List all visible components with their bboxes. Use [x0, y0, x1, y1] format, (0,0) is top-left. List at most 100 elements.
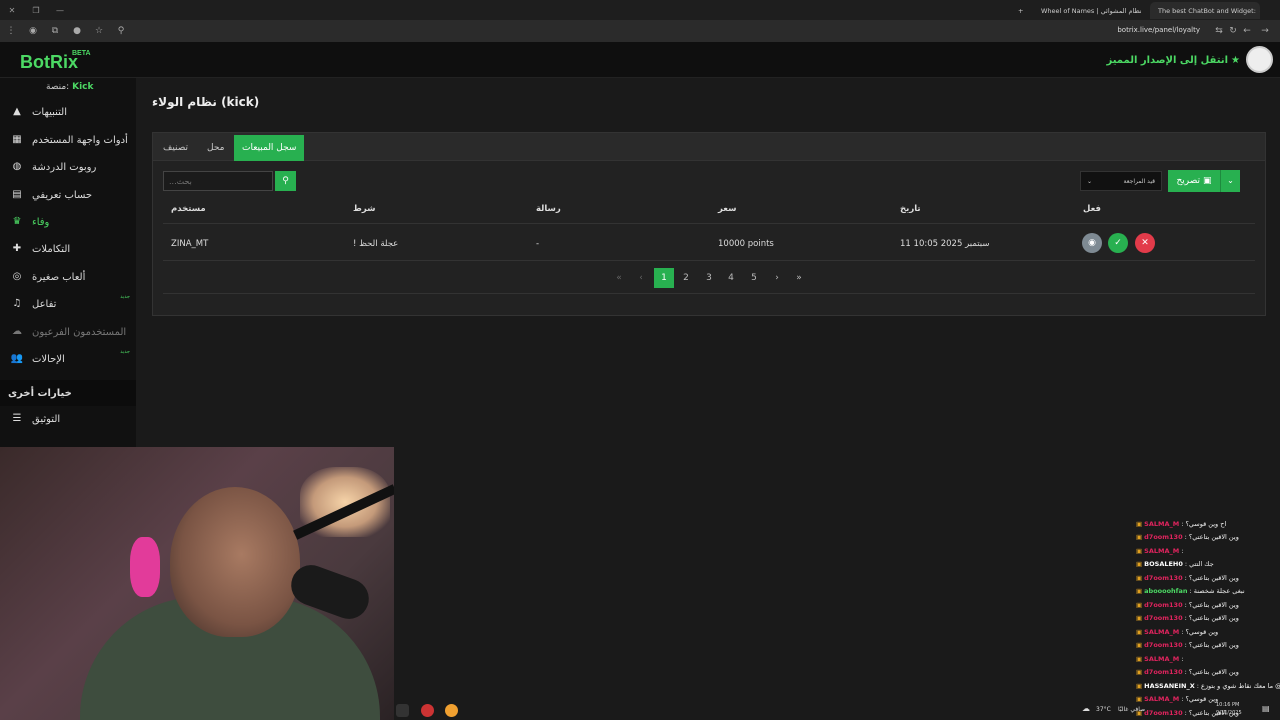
last-page-icon[interactable]: »	[789, 268, 809, 288]
chat-username[interactable]: SALMA_M	[1144, 547, 1179, 555]
search-input[interactable]	[163, 171, 273, 191]
chat-username[interactable]: d7oom130	[1144, 574, 1182, 582]
search-button[interactable]: ⚲	[275, 171, 296, 191]
chat-username[interactable]: d7oom130	[1144, 641, 1182, 649]
page-2[interactable]: 2	[676, 268, 696, 288]
tab-ranking[interactable]: تصنيف	[155, 135, 196, 161]
sidebar-item-referrals[interactable]: 👥 الإحالات جديد	[0, 347, 136, 371]
column-header-date: تاريخ	[900, 204, 921, 214]
sidebar-item-widgets[interactable]: ▦ أدوات واجهة المستخدم	[0, 128, 136, 152]
sidebar-item-interaction[interactable]: ♫ تفاعل جديد	[0, 292, 136, 316]
extensions-icon[interactable]: ⧉	[44, 26, 66, 36]
reject-button[interactable]: ✕	[1135, 233, 1155, 253]
chrome-icon[interactable]	[445, 704, 458, 717]
extension-icon[interactable]: ●	[66, 26, 88, 36]
page-1[interactable]: 1	[654, 268, 674, 288]
notification-icon[interactable]: ▤	[1262, 704, 1270, 713]
view-button[interactable]: ◉	[1082, 233, 1102, 253]
chat-message: ▣ SALMA_M :	[1136, 544, 1280, 557]
chat-message: ▣HASSANEIN_X : ما معك نقاط شوي و بتوزع @	[1136, 679, 1280, 692]
prev-page-icon[interactable]: ‹	[631, 268, 651, 288]
app-icon[interactable]	[396, 704, 409, 717]
chat-text: وين الاقين بتاعتي؟	[1188, 641, 1239, 649]
headphone-image	[130, 537, 160, 597]
divider	[163, 293, 1255, 294]
profile-icon[interactable]: ◉	[22, 26, 44, 36]
status-select[interactable]: ⌄ قيد المراجعة	[1080, 171, 1162, 191]
chat-username[interactable]: d7oom130	[1144, 668, 1182, 676]
sidebar-item-alerts[interactable]: ▲ التنبيهات	[0, 100, 136, 124]
chat-username[interactable]: SALMA_M	[1144, 520, 1179, 528]
widgets-icon: ▦	[12, 134, 22, 145]
restore-window-icon[interactable]: ❐	[24, 6, 48, 15]
webcam-overlay	[0, 447, 394, 720]
column-header-user: مستخدم	[171, 204, 206, 214]
badge-icon: ▣	[1136, 681, 1143, 690]
cell-message: -	[536, 239, 540, 249]
browser-tab-active[interactable]: The best ChatBot and Widget: ◆	[1150, 2, 1260, 19]
new-tab-button[interactable]: +	[1010, 2, 1034, 19]
clock-date: 9/11/2025	[1216, 710, 1242, 716]
sidebar-item-minigames[interactable]: ◎ ألعاب صغيرة	[0, 265, 136, 289]
chat-username[interactable]: d7oom130	[1144, 533, 1182, 541]
alert-icon: ▲	[13, 106, 21, 117]
page-4[interactable]: 4	[721, 268, 741, 288]
chat-username[interactable]: SALMA_M	[1144, 628, 1179, 636]
back-icon[interactable]: →	[1254, 26, 1276, 36]
export-dropdown-toggle[interactable]: ⌄	[1220, 170, 1240, 192]
sidebar-item-profile[interactable]: ▤ حساب تعريفي	[0, 183, 136, 207]
next-page-icon[interactable]: ›	[767, 268, 787, 288]
chat-message: ▣ d7oom130 : وين الاقين بتاعتي؟	[1136, 531, 1280, 544]
badge-icon: ▣	[1136, 654, 1143, 663]
new-badge: جديد	[120, 349, 130, 355]
sidebar-item-subusers[interactable]: ☁ المستخدمون الفرعيون	[0, 320, 136, 344]
chat-username[interactable]: SALMA_M	[1144, 655, 1179, 663]
app-icon[interactable]	[421, 704, 434, 717]
close-window-icon[interactable]: ✕	[0, 6, 24, 15]
eye-icon: ◉	[1088, 238, 1096, 248]
chat-username[interactable]: HASSANEIN_X	[1144, 682, 1195, 690]
page-3[interactable]: 3	[699, 268, 719, 288]
browser-tab[interactable]: Wheel of Names | نظام المشوائي	[1033, 2, 1143, 19]
badge-icon: ▣	[1136, 668, 1143, 676]
approve-button[interactable]: ✓	[1108, 233, 1128, 253]
chat-message: ▣ d7oom130 : وين الاقين بتاعتي؟	[1136, 571, 1280, 584]
new-badge: جديد	[120, 294, 130, 300]
chat-text: نبغى عجلة شخصنة	[1193, 587, 1245, 595]
platform-label: منصة: Kick	[46, 82, 94, 92]
zoom-icon[interactable]: ⚲	[110, 26, 132, 36]
menu-icon[interactable]: ⋮	[0, 26, 22, 36]
chat-separator: :	[1181, 654, 1184, 663]
badge-icon: ▣	[1136, 614, 1143, 622]
beta-badge: BETA	[72, 50, 91, 57]
sidebar-item-loyalty[interactable]: ♛ وفاء	[0, 210, 136, 234]
tab-shop[interactable]: محل	[199, 135, 232, 161]
premium-link[interactable]: انتقل إلى الإصدار المميز ★	[1107, 55, 1241, 66]
loyalty-panel: تصنيف محل سجل المبيعات ⚲ ⌄ قيد المراجعة …	[152, 132, 1266, 316]
chat-username[interactable]: d7oom130	[1144, 614, 1182, 622]
chat-username[interactable]: aboooohfan	[1144, 587, 1187, 595]
page-5[interactable]: 5	[744, 268, 764, 288]
export-button[interactable]: تصريح ▣	[1168, 170, 1220, 192]
tab-sales-log[interactable]: سجل المبيعات	[234, 135, 305, 161]
chat-separator: :	[1181, 627, 1184, 636]
badge-icon: ▣	[1136, 627, 1143, 636]
sidebar-item-docs[interactable]: ☰ التوثيق	[0, 407, 136, 431]
badge-icon: ▣	[1136, 533, 1143, 541]
logo[interactable]: BotRix	[20, 52, 78, 73]
close-icon: ✕	[1141, 238, 1149, 248]
chat-username[interactable]: BOSALEH0	[1144, 560, 1183, 568]
first-page-icon[interactable]: «	[609, 268, 629, 288]
minimize-window-icon[interactable]: —	[48, 6, 72, 15]
chat-username[interactable]: d7oom130	[1144, 601, 1182, 609]
chat-message: ▣ SALMA_M : اح وين قوسي؟	[1136, 517, 1280, 530]
gamepad-icon: ◎	[12, 271, 22, 282]
platform-value: Kick	[72, 82, 94, 92]
bookmark-star-icon[interactable]: ☆	[88, 26, 110, 36]
panel-tabs: تصنيف محل سجل المبيعات	[153, 133, 1265, 161]
sidebar-item-integrations[interactable]: ✚ التكاملات	[0, 237, 136, 261]
sidebar-item-chatbot[interactable]: ◍ روبوت الدردشة	[0, 155, 136, 179]
column-header-action: فعل	[1083, 204, 1101, 214]
avatar[interactable]	[1246, 46, 1273, 73]
url-field[interactable]: botrix.live/panel/loyalty	[1117, 26, 1200, 34]
